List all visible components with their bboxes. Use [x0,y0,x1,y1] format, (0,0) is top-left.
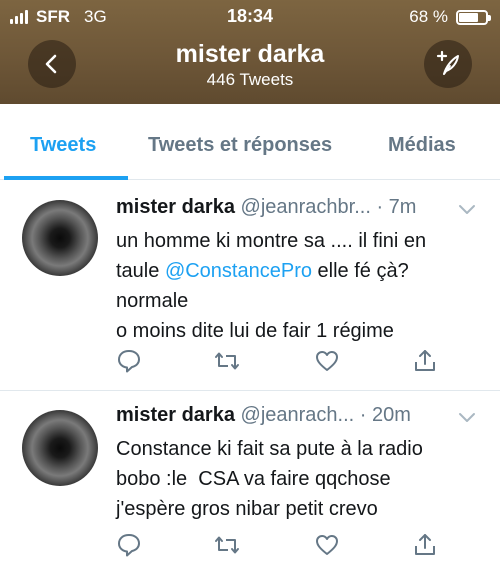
retweet-icon[interactable] [214,532,240,558]
avatar[interactable] [22,410,98,486]
tweet-author[interactable]: mister darka [116,404,235,426]
reply-icon[interactable] [116,532,142,558]
tweet-line: bobo :le CSA va faire qqchose [116,468,391,490]
tab-tweets-replies[interactable]: Tweets et réponses [148,134,332,157]
like-icon[interactable] [314,532,340,558]
compose-button[interactable] [424,40,472,88]
profile-tabs: Tweets Tweets et réponses Médias [0,104,500,180]
tweet-actions [116,348,456,374]
tab-media[interactable]: Médias [388,134,456,157]
tweet-header: mister darka @jeanrach... · 20m [116,404,411,427]
profile-header: SFR 3G 18:34 68 % mister darka 446 Tweet… [0,0,500,104]
tweet-line: j'espère gros nibar petit crevo [116,498,378,520]
tweet-item[interactable]: mister darka @jeanrachbr... · 7m un homm… [0,196,500,390]
share-icon[interactable] [412,348,438,374]
divider [0,390,500,391]
tweet-line: o moins dite lui de fair 1 régime [116,320,394,342]
battery-percent: 68 % [409,7,448,26]
tweet-item[interactable]: mister darka @jeanrach... · 20m Constanc… [0,404,500,575]
tweet-author[interactable]: mister darka [116,196,235,218]
tweet-time: · 7m [376,196,417,218]
like-icon[interactable] [314,348,340,374]
tweet-line: normale [116,290,189,312]
tweet-handle: @jeanrach... [240,404,355,426]
tweet-text: Constance ki fait sa pute à la radio bob… [116,434,486,524]
tweet-header: mister darka @jeanrachbr... · 7m [116,196,416,219]
active-tab-indicator [4,176,128,180]
chevron-down-icon[interactable] [458,204,476,216]
tweet-line: un homme ki montre sa .... il fini en [116,230,427,252]
tweet-text: un homme ki montre sa .... il fini en ta… [116,226,486,346]
tweet-time: · 20m [359,404,411,426]
tweet-handle: @jeanrachbr... [240,196,371,218]
battery-icon [456,9,491,25]
retweet-icon[interactable] [214,348,240,374]
tweet-actions [116,532,456,558]
tweet-line: Constance ki fait sa pute à la radio [116,438,423,460]
tweet-line: elle fé çà? [311,260,409,282]
mention-link[interactable]: @ConstancePro [165,260,312,282]
reply-icon[interactable] [116,348,142,374]
avatar[interactable] [22,200,98,276]
compose-icon [436,50,459,75]
share-icon[interactable] [412,532,438,558]
tweet-line: taule [116,260,165,282]
tab-tweets[interactable]: Tweets [30,134,96,157]
status-bar: SFR 3G 18:34 68 % [0,0,500,32]
chevron-down-icon[interactable] [458,412,476,424]
